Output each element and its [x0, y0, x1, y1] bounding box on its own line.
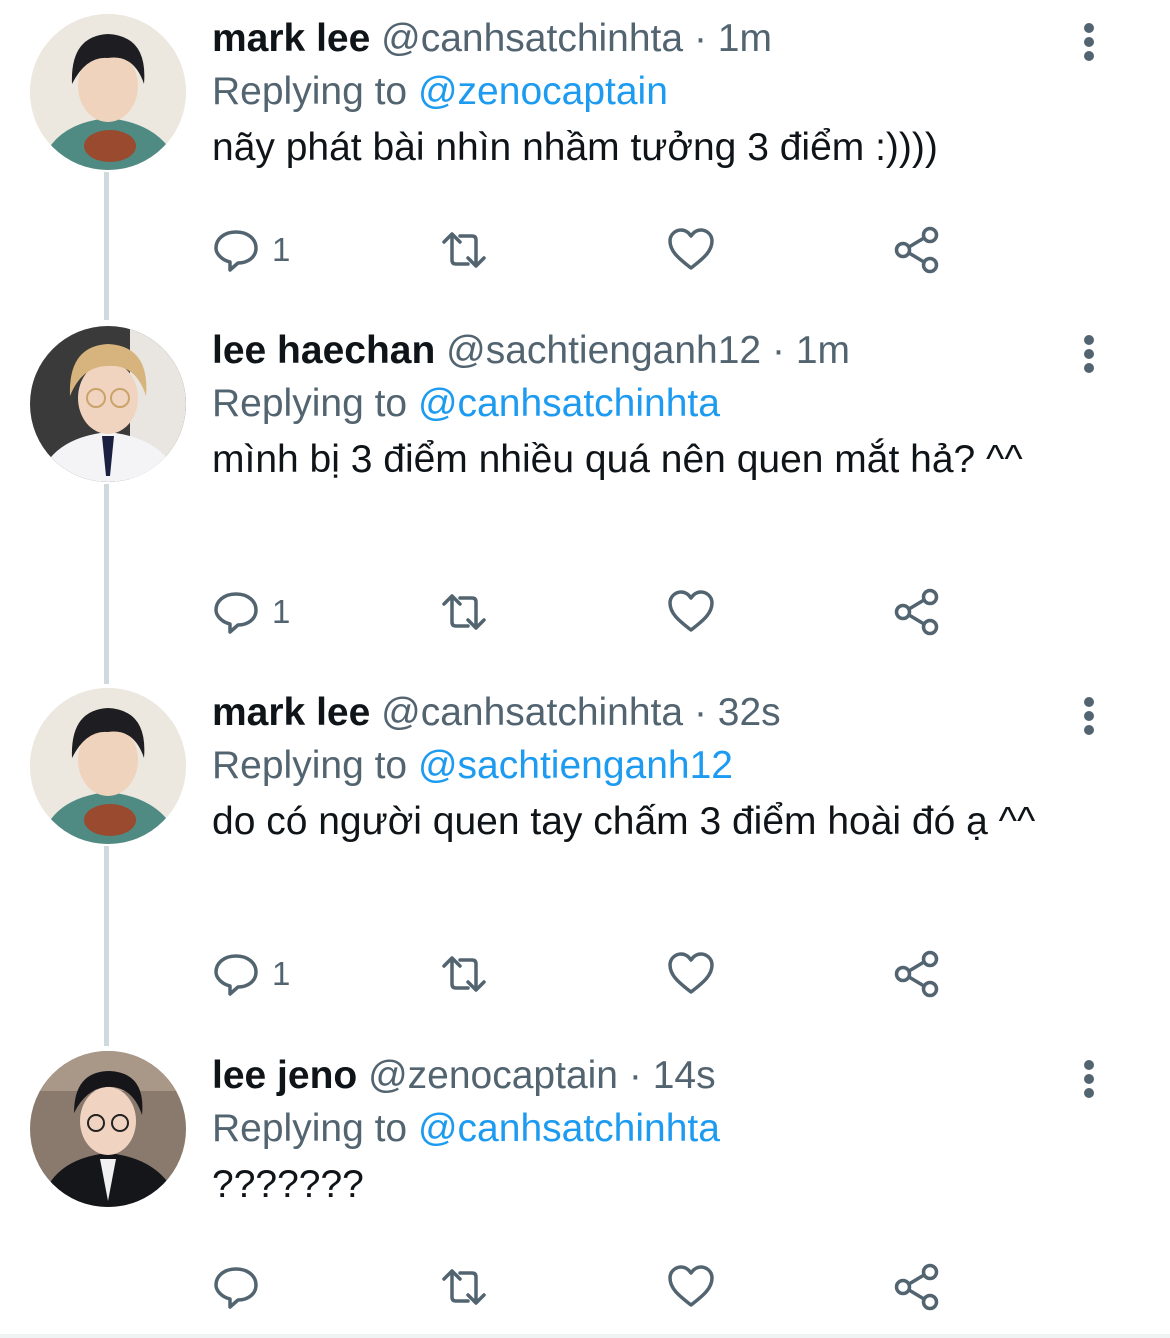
user-handle[interactable]: @canhsatchinhta [381, 17, 683, 60]
thread-line [104, 846, 109, 1046]
tweet-text: mình bị 3 điểm nhiều quá nên quen mắt hả… [212, 438, 1023, 481]
replying-to: Replying to @zenocaptain [212, 67, 668, 117]
retweet-icon [442, 1269, 486, 1305]
mention-link[interactable]: @zenocaptain [418, 70, 668, 113]
avatar[interactable] [30, 14, 186, 170]
user-handle[interactable]: @sachtienganh12 [446, 329, 761, 372]
display-name[interactable]: mark lee [212, 691, 370, 734]
reply-icon [214, 1267, 258, 1309]
tweet-text: nãy phát bài nhìn nhầm tưởng 3 điểm :)))… [212, 126, 938, 169]
heart-icon [668, 952, 714, 994]
retweet-button[interactable] [438, 1257, 490, 1317]
divider [0, 1334, 1170, 1338]
timestamp[interactable]: 1m [718, 17, 772, 60]
avatar[interactable] [30, 1051, 186, 1207]
replying-to: Replying to @canhsatchinhta [212, 379, 720, 429]
heart-icon [668, 1265, 714, 1307]
reply-button[interactable]: 1 [212, 220, 290, 280]
tweet-header: mark lee @canhsatchinhta · 32s [212, 688, 781, 738]
like-button[interactable] [666, 220, 716, 280]
action-bar: 1 [212, 220, 972, 280]
heart-icon [668, 228, 714, 270]
avatar[interactable] [30, 688, 186, 844]
separator-dot: · [771, 329, 785, 372]
action-bar: 1 [212, 582, 972, 642]
like-button[interactable] [666, 944, 716, 1004]
replying-to: Replying to @sachtienganh12 [212, 741, 733, 791]
share-icon [894, 226, 939, 274]
like-button[interactable] [666, 582, 716, 642]
tweet-header: lee jeno @zenocaptain · 14s [212, 1051, 716, 1101]
share-button[interactable] [892, 944, 942, 1004]
display-name[interactable]: lee jeno [212, 1054, 357, 1097]
heart-icon [668, 590, 714, 632]
replying-to-label: Replying to [212, 744, 408, 787]
retweet-button[interactable] [438, 582, 490, 642]
replying-to-label: Replying to [212, 1107, 408, 1150]
avatar[interactable] [30, 326, 186, 482]
more-options-button[interactable] [1070, 1057, 1108, 1103]
more-vertical-icon [1070, 23, 1108, 61]
user-handle[interactable]: @canhsatchinhta [381, 691, 683, 734]
action-bar [212, 1257, 972, 1317]
reply-icon [214, 230, 258, 272]
retweet-icon [442, 956, 486, 992]
thread-line [104, 484, 109, 684]
replying-to-label: Replying to [212, 382, 408, 425]
retweet-button[interactable] [438, 220, 490, 280]
mention-link[interactable]: @canhsatchinhta [418, 1107, 720, 1150]
timestamp[interactable]: 1m [796, 329, 850, 372]
more-options-button[interactable] [1070, 694, 1108, 740]
retweet-icon [442, 594, 486, 630]
share-icon [894, 950, 939, 998]
more-vertical-icon [1070, 335, 1108, 373]
retweet-icon [442, 232, 486, 268]
action-bar: 1 [212, 944, 972, 1004]
replying-to: Replying to @canhsatchinhta [212, 1104, 720, 1154]
share-button[interactable] [892, 1257, 942, 1317]
separator-dot: · [693, 691, 707, 734]
more-vertical-icon [1070, 1060, 1108, 1098]
reply-count: 1 [272, 593, 291, 630]
separator-dot: · [628, 1054, 642, 1097]
timestamp[interactable]: 32s [718, 691, 781, 734]
reply-icon [214, 954, 258, 996]
share-button[interactable] [892, 582, 942, 642]
replying-to-label: Replying to [212, 70, 408, 113]
user-handle[interactable]: @zenocaptain [368, 1054, 618, 1097]
share-icon [894, 588, 939, 636]
tweet-text: do có người quen tay chấm 3 điểm hoài đó… [212, 800, 1036, 843]
reply-button[interactable]: 1 [212, 944, 290, 1004]
share-icon [894, 1263, 939, 1311]
more-vertical-icon [1070, 697, 1108, 735]
tweet-header: lee haechan @sachtienganh12 · 1m [212, 326, 850, 376]
timestamp[interactable]: 14s [653, 1054, 716, 1097]
thread-line [104, 172, 109, 320]
share-button[interactable] [892, 220, 942, 280]
like-button[interactable] [666, 1257, 716, 1317]
mention-link[interactable]: @sachtienganh12 [418, 744, 733, 787]
more-options-button[interactable] [1070, 20, 1108, 66]
tweet-header: mark lee @canhsatchinhta · 1m [212, 14, 772, 64]
more-options-button[interactable] [1070, 332, 1108, 378]
display-name[interactable]: lee haechan [212, 329, 435, 372]
reply-count: 1 [272, 231, 291, 268]
reply-button[interactable] [212, 1257, 272, 1317]
reply-icon [214, 592, 258, 634]
retweet-button[interactable] [438, 944, 490, 1004]
display-name[interactable]: mark lee [212, 17, 370, 60]
tweet-text: ??????? [212, 1163, 364, 1206]
reply-count: 1 [272, 955, 291, 992]
separator-dot: · [693, 17, 707, 60]
reply-button[interactable]: 1 [212, 582, 290, 642]
mention-link[interactable]: @canhsatchinhta [418, 382, 720, 425]
